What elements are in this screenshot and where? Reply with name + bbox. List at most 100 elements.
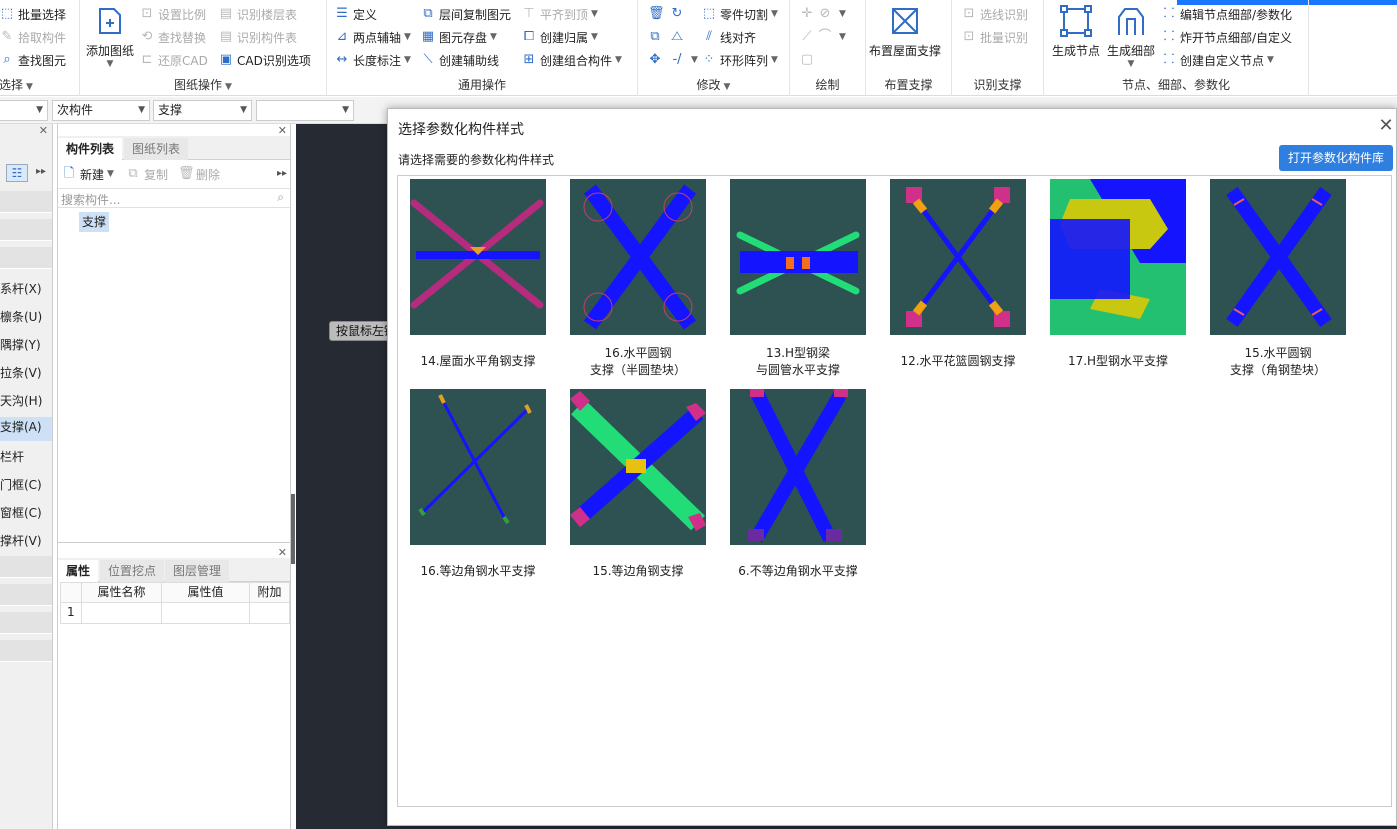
new-component-button[interactable]: 🗋 新建 ▼ xyxy=(62,164,114,184)
property-name-cell[interactable] xyxy=(81,603,162,624)
search-box[interactable]: 搜索构件... ⌕ xyxy=(58,188,290,208)
tree-item-door-frame[interactable]: 门框(C) xyxy=(0,476,42,493)
restore-cad-button[interactable]: ⊏ 还原CAD xyxy=(140,50,208,70)
component-item[interactable]: 支撑 xyxy=(79,212,110,232)
create-combined-button[interactable]: ⊞ 创建组合构件 ▼ xyxy=(522,50,622,70)
cad-identify-options-button[interactable]: ▣ CAD识别选项 xyxy=(219,50,311,70)
line-draw-button[interactable]: ⟋ ⌒ ▼ xyxy=(800,27,845,47)
trash-icon: 🗑 xyxy=(178,166,195,181)
tree-group-row[interactable] xyxy=(0,247,52,269)
generate-detail-button[interactable]: 生成细部 ▼ xyxy=(1107,4,1155,69)
style-card[interactable]: 6.不等边角钢水平支撑 xyxy=(730,389,866,578)
tree-group-row[interactable] xyxy=(0,191,52,213)
find-replace-button[interactable]: ⟲ 查找替换 xyxy=(140,27,206,47)
component-name-select[interactable]: ▼ xyxy=(256,100,354,121)
tab-properties[interactable]: 属性 xyxy=(58,560,99,582)
style-card[interactable]: 13.H型钢梁 与圆管水平支撑 xyxy=(730,179,866,377)
style-card[interactable]: 14.屋面水平角钢支撑 xyxy=(410,179,546,368)
element-save-button[interactable]: ▦ 图元存盘 ▼ xyxy=(421,27,497,47)
create-aux-line-button[interactable]: ⟍ 创建辅助线 xyxy=(421,50,499,70)
delete-tool-button[interactable]: 🗑 xyxy=(648,4,666,24)
identify-support-title: 识别支撑 xyxy=(973,78,1022,92)
tab-position-points[interactable]: 位置挖点 xyxy=(100,560,165,582)
drawing-group: 添加图纸 ▼ ⊡ 设置比例 ⟲ 查找替换 ⊏ 还原CAD ▤ 识别楼层表 ▤ 识别构件表 ▣… xyxy=(80,0,327,96)
close-icon[interactable]: ✕ xyxy=(1376,115,1396,136)
generate-node-button[interactable]: 生成节点 xyxy=(1052,4,1100,59)
rotate-tool-button[interactable]: ↻ xyxy=(670,4,688,24)
create-ownership-button[interactable]: ⧠ 创建归属 ▼ xyxy=(522,27,598,47)
extend-tool-button[interactable]: -/▼ xyxy=(670,50,697,70)
move-tool-button[interactable]: ✥ xyxy=(648,50,666,70)
component-type-select[interactable]: 支撑 ▼ xyxy=(153,100,252,121)
tree-item-support[interactable]: 支撑(A) xyxy=(0,417,52,441)
copy-component-button[interactable]: ⧉ 复制 xyxy=(126,164,168,184)
replace-icon: ⟲ xyxy=(141,29,153,44)
tab-layer-management[interactable]: 图层管理 xyxy=(165,560,230,582)
layout-roof-brace-button[interactable]: 布置屋面支撑 xyxy=(869,4,941,59)
style-card[interactable]: 15.等边角钢支撑 xyxy=(570,389,706,578)
style-label: 14.屋面水平角钢支撑 xyxy=(420,354,536,368)
modify-group-title[interactable]: 修改 ▼ xyxy=(638,76,789,93)
batch-select-button[interactable]: ⬚ 批量选择 xyxy=(0,4,66,24)
table-row[interactable]: 1 xyxy=(61,603,289,624)
style-card[interactable]: 12.水平花篮圆钢支撑 xyxy=(890,179,1026,368)
more-icon[interactable]: ▸▸ xyxy=(277,168,287,179)
identify-floor-table-button[interactable]: ▤ 识别楼层表 xyxy=(219,4,297,24)
batch-identify-button[interactable]: ⊡ 批量识别 xyxy=(962,27,1028,47)
close-icon[interactable]: ✕ xyxy=(39,124,48,137)
style-label: 17.H型钢水平支撑 xyxy=(1067,354,1169,368)
property-value-cell[interactable] xyxy=(162,603,250,624)
style-card[interactable]: 16.等边角钢水平支撑 xyxy=(410,389,546,578)
find-element-button[interactable]: ⌕ 查找图元 xyxy=(0,50,66,70)
style-card[interactable]: 15.水平圆钢 支撑（角钢垫块） xyxy=(1210,179,1346,377)
tab-component-list[interactable]: 构件列表 xyxy=(58,138,123,160)
part-cut-button[interactable]: ⬚ 零件切割 ▼ xyxy=(702,4,778,24)
point-draw-button[interactable]: ✛ ⊘ ▼ xyxy=(800,4,846,24)
tree-group-row[interactable] xyxy=(0,556,52,578)
select-group-title[interactable]: 选择 ▼ xyxy=(0,76,79,93)
mirror-tool-button[interactable]: ⧍ xyxy=(670,27,688,47)
create-custom-node-button[interactable]: ⸬ 创建自定义节点 ▼ xyxy=(1162,50,1274,70)
sub-component-select[interactable]: 次构件 ▼ xyxy=(52,100,150,121)
define-button[interactable]: ☰ 定义 xyxy=(335,4,377,24)
splitter-handle[interactable] xyxy=(291,494,295,564)
tree-item-purlin[interactable]: 檩条(U) xyxy=(0,308,42,325)
set-ratio-button[interactable]: ⊡ 设置比例 xyxy=(140,4,206,24)
tree-item-window-frame[interactable]: 窗框(C) xyxy=(0,504,42,521)
select-line-identify-button[interactable]: ⊡ 选线识别 xyxy=(962,4,1028,24)
rect-draw-button[interactable]: ▢ xyxy=(800,50,818,70)
ring-array-button[interactable]: ⁘ 环形阵列 ▼ xyxy=(702,50,778,70)
list-view-icon[interactable]: ☷ xyxy=(6,164,28,182)
style-card[interactable]: 17.H型钢水平支撑 xyxy=(1050,179,1186,368)
tree-group-row[interactable] xyxy=(0,584,52,606)
tab-drawing-list[interactable]: 图纸列表 xyxy=(124,138,189,160)
two-point-axis-button[interactable]: ⊿ 两点辅轴 ▼ xyxy=(335,27,411,47)
explode-icon: ⸬ xyxy=(1163,29,1175,44)
edit-node-detail-button[interactable]: ⸬ 编辑节点细部/参数化 xyxy=(1162,4,1292,24)
tree-group-row[interactable] xyxy=(0,219,52,241)
tree-item-sag-rod[interactable]: 拉条(V) xyxy=(0,364,42,381)
tree-item-railing[interactable]: 栏杆 xyxy=(0,448,24,465)
copy-between-floors-button[interactable]: ⧉ 层间复制图元 xyxy=(421,4,511,24)
open-library-button[interactable]: 打开参数化构件库 xyxy=(1279,145,1393,171)
line-align-button[interactable]: ⫽ 线对齐 xyxy=(702,27,756,47)
copy-tool-button[interactable]: ⧉ xyxy=(648,27,666,47)
category-select[interactable]: ▼ xyxy=(0,100,48,121)
drawing-group-title[interactable]: 图纸操作 ▼ xyxy=(80,76,326,93)
tree-group-row[interactable] xyxy=(0,640,52,662)
explode-node-detail-button[interactable]: ⸬ 炸开节点细部/自定义 xyxy=(1162,27,1292,47)
tree-item-tie-bar[interactable]: 系杆(X) xyxy=(0,280,42,297)
pick-component-button[interactable]: ✎ 拾取构件 xyxy=(0,27,66,47)
add-drawing-button[interactable]: 添加图纸 ▼ xyxy=(86,4,134,69)
tree-item-knee-brace[interactable]: 隅撑(Y) xyxy=(0,336,41,353)
tree-item-gutter[interactable]: 天沟(H) xyxy=(0,392,42,409)
expand-icon[interactable]: ▸▸ xyxy=(36,166,46,177)
tree-group-row[interactable] xyxy=(0,612,52,634)
identify-component-table-button[interactable]: ▤ 识别构件表 xyxy=(219,27,297,47)
length-dim-button[interactable]: ↔ 长度标注 ▼ xyxy=(335,50,411,70)
search-input[interactable]: 搜索构件... xyxy=(61,191,120,208)
tree-item-strut[interactable]: 撑杆(V) xyxy=(0,532,42,549)
align-to-top-button[interactable]: ⊤ 平齐到顶 ▼ xyxy=(522,4,598,24)
delete-component-button[interactable]: 🗑 删除 xyxy=(178,164,220,184)
style-card[interactable]: 16.水平圆钢 支撑（半圆垫块） xyxy=(570,179,706,377)
